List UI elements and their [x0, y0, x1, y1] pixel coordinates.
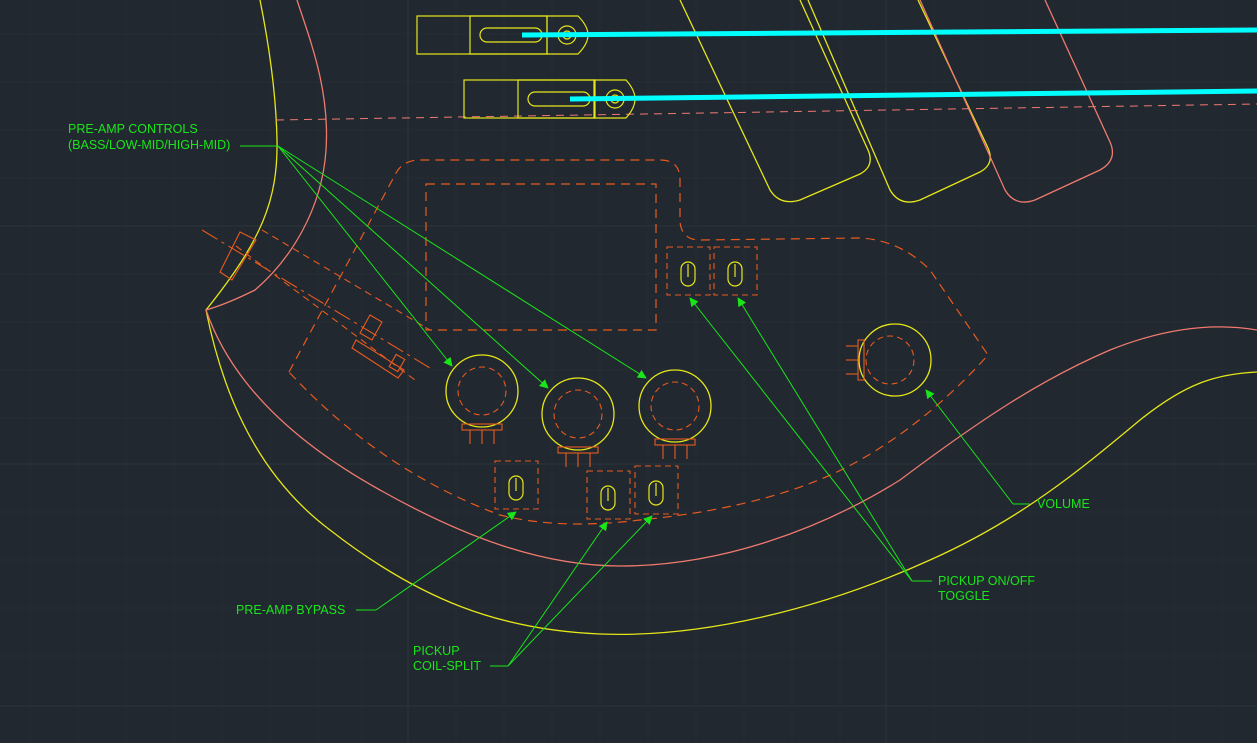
coil-split-switch-2[interactable]: [634, 465, 679, 515]
label-coil-split-line1: PICKUP: [413, 644, 460, 658]
pickup-toggle-switch-2[interactable]: [713, 246, 758, 296]
cad-drawing-canvas[interactable]: PRE-AMP CONTROLS (BASS/LOW-MID/HIGH-MID)…: [0, 0, 1257, 743]
label-volume: VOLUME: [1037, 497, 1090, 511]
preamp-pot-low-mid[interactable]: [541, 377, 615, 467]
label-preamp-bypass: PRE-AMP BYPASS: [236, 603, 345, 617]
neck-outline-1: [679, 0, 871, 203]
preamp-bypass-switch[interactable]: [494, 460, 539, 510]
label-preamp-controls-line2: (BASS/LOW-MID/HIGH-MID): [68, 138, 230, 152]
pickup-toggle-switch-1[interactable]: [666, 246, 711, 296]
grid: [0, 0, 1257, 743]
battery-compartment: [425, 183, 657, 331]
preamp-pot-high-mid[interactable]: [638, 369, 712, 459]
label-pickup-toggle-line2: TOGGLE: [938, 589, 990, 603]
volume-pot[interactable]: [846, 323, 932, 397]
label-preamp-controls-line1: PRE-AMP CONTROLS: [68, 122, 198, 136]
minor-grid: [0, 0, 1257, 743]
label-coil-split-line2: COIL-SPLIT: [413, 659, 481, 673]
string-2: [569, 88, 1257, 102]
reference-dashed-line: [275, 103, 1257, 121]
leader-lines: [240, 145, 1030, 667]
control-cavity-outline: [288, 159, 989, 525]
label-pickup-toggle-line1: PICKUP ON/OFF: [938, 574, 1035, 588]
output-jack: [201, 229, 431, 381]
body-outline-salmon: [205, 0, 1257, 567]
preamp-pot-bass[interactable]: [445, 354, 519, 444]
